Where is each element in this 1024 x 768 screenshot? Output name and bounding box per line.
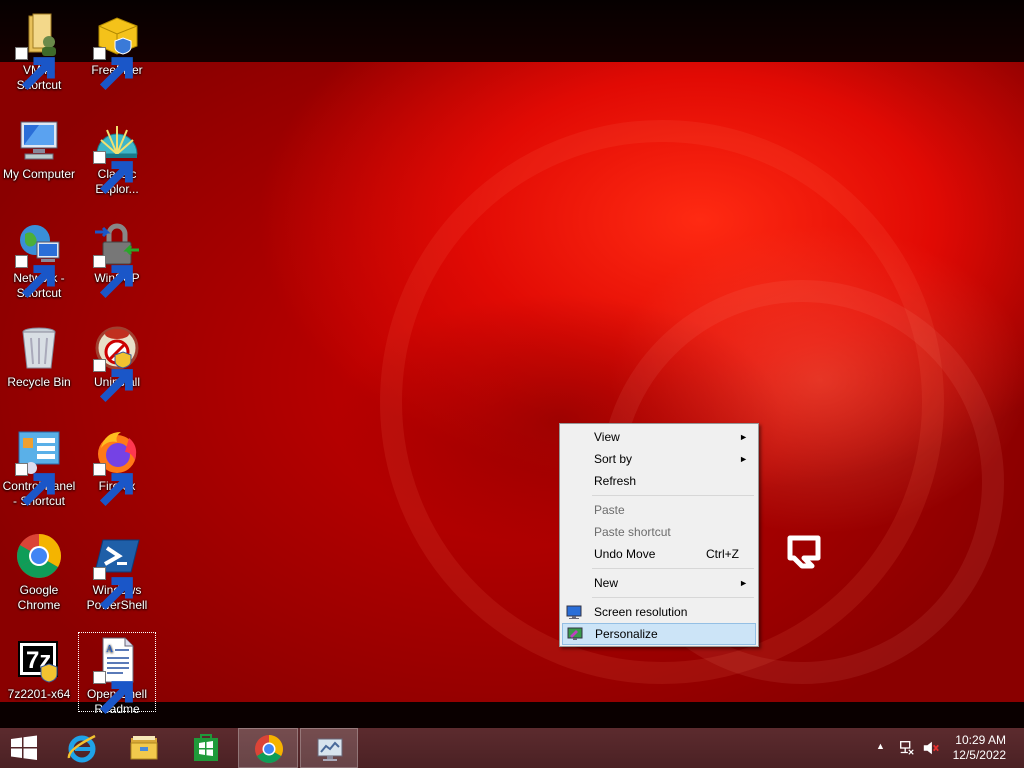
tray-volume[interactable] [920, 728, 940, 768]
shortcut-arrow-icon [93, 567, 133, 611]
desktop-icon-google-chrome[interactable]: Google Chrome [0, 528, 78, 613]
shortcut-arrow-icon [93, 671, 133, 715]
icon-label: My Computer [2, 167, 76, 181]
desktop-icon-7zip[interactable]: 7z 7z2201-x64 [0, 632, 78, 702]
network-icon [900, 741, 915, 756]
desktop-icon-my-computer[interactable]: My Computer [0, 112, 78, 182]
7zip-icon: 7z [15, 636, 63, 684]
menu-item-label: Personalize [595, 627, 658, 641]
taskbar-file-explorer[interactable] [114, 728, 174, 768]
shortcut-arrow-icon [15, 255, 55, 299]
clock-date: 12/5/2022 [952, 748, 1006, 762]
compaq-logo-icon [787, 535, 821, 569]
submenu-arrow-icon: ► [739, 432, 748, 442]
menu-separator [592, 597, 754, 598]
menu-item-screen-resolution[interactable]: Screen resolution [562, 601, 756, 623]
store-icon [194, 734, 218, 761]
icon-label: 7z2201-x64 [7, 687, 71, 701]
internet-explorer-icon [67, 734, 96, 763]
menu-item-refresh[interactable]: Refresh [562, 470, 756, 492]
shortcut-arrow-icon [15, 463, 55, 507]
menu-item-undo-move[interactable]: Undo Move Ctrl+Z [562, 543, 756, 565]
tray-network[interactable] [896, 728, 916, 768]
taskbar-google-chrome[interactable] [238, 728, 298, 768]
desktop-icon-network[interactable]: Network - Shortcut [0, 216, 78, 301]
menu-item-new[interactable]: New ► [562, 572, 756, 594]
chrome-icon [15, 532, 63, 580]
network-globe-icon [15, 220, 63, 299]
menu-item-paste-shortcut: Paste shortcut [562, 521, 756, 543]
menu-item-label: View [594, 430, 620, 444]
tray-show-hidden-icons[interactable]: ▲ [874, 728, 888, 768]
menu-separator [592, 495, 754, 496]
desktop[interactable]: VM4 - Shortcut My Computer Network - Sho… [0, 0, 1024, 728]
desktop-icon-uninstall[interactable]: Uninstall [78, 320, 156, 403]
icon-label: Google Chrome [17, 583, 61, 612]
menu-item-sort-by[interactable]: Sort by ► [562, 448, 756, 470]
shortcut-arrow-icon [15, 47, 55, 91]
menu-item-label: Screen resolution [594, 605, 688, 619]
lock-icon [93, 220, 141, 299]
keyboard-shortcut: Ctrl+Z [706, 547, 739, 561]
taskbar-store[interactable] [176, 728, 236, 768]
taskbar-control-panel[interactable] [300, 728, 358, 768]
shortcut-arrow-icon [93, 463, 133, 507]
uninstall-icon [93, 324, 141, 403]
folder-user-icon [15, 12, 63, 91]
submenu-arrow-icon: ► [739, 578, 748, 588]
desktop-icon-classic-explorer[interactable]: Classic Explor... [78, 112, 156, 197]
desktop-icon-control-panel[interactable]: Control Panel - Shortcut [0, 424, 78, 509]
taskbar-clock[interactable]: 10:29 AM 12/5/2022 [953, 733, 1006, 763]
freefixer-icon [93, 12, 141, 91]
recycle-bin-icon [15, 324, 63, 372]
menu-item-label: Paste shortcut [594, 525, 671, 539]
menu-item-view[interactable]: View ► [562, 426, 756, 448]
shortcut-arrow-icon [93, 47, 133, 91]
svg-text:A: A [106, 644, 114, 655]
firefox-icon [93, 428, 141, 507]
menu-item-paste: Paste [562, 499, 756, 521]
shortcut-arrow-icon [93, 359, 133, 403]
clock-time: 10:29 AM [955, 733, 1006, 747]
folder-icon [130, 736, 158, 760]
taskbar: ▲ 10:29 AM 12/5/2022 [0, 728, 1024, 768]
submenu-arrow-icon: ► [739, 454, 748, 464]
computer-icon [15, 116, 63, 164]
menu-item-label: New [594, 576, 619, 590]
desktop-icon-firefox[interactable]: Firefox [78, 424, 156, 507]
personalize-icon [567, 627, 583, 640]
chevron-up-icon: ▲ [876, 741, 885, 751]
menu-item-label: Paste [594, 503, 625, 517]
desktop-icon-freefixer[interactable]: FreeFixer [78, 8, 156, 91]
powershell-icon [93, 532, 141, 611]
shell-icon [93, 116, 141, 195]
start-button[interactable] [0, 728, 48, 768]
desktop-icon-recycle-bin[interactable]: Recycle Bin [0, 320, 78, 390]
monitor-chart-icon [317, 738, 343, 761]
taskbar-internet-explorer[interactable] [52, 728, 112, 768]
menu-item-label: Sort by [594, 452, 633, 466]
control-panel-icon [15, 428, 63, 507]
chrome-icon [255, 735, 283, 763]
menu-item-personalize[interactable]: Personalize [562, 623, 756, 645]
shortcut-arrow-icon [93, 151, 133, 195]
document-icon: A [93, 636, 141, 715]
windows-logo-icon [11, 735, 37, 760]
menu-item-label: Refresh [594, 474, 637, 488]
volume-muted-icon [923, 741, 939, 755]
desktop-icon-open-shell-readme[interactable]: A Open-Shell Readme [78, 632, 156, 716]
shortcut-arrow-icon [93, 255, 133, 299]
monitor-icon [566, 605, 582, 619]
desktop-context-menu: View ► Sort by ► Refresh Paste Paste sho… [559, 423, 759, 647]
desktop-icon-powershell[interactable]: Windows PowerShell [78, 528, 156, 613]
desktop-icon-winscp[interactable]: WinSCP [78, 216, 156, 299]
icon-label: Recycle Bin [7, 375, 71, 389]
menu-separator [592, 568, 754, 569]
desktop-icon-vm4[interactable]: VM4 - Shortcut [0, 8, 78, 93]
menu-item-label: Undo Move [594, 547, 656, 561]
